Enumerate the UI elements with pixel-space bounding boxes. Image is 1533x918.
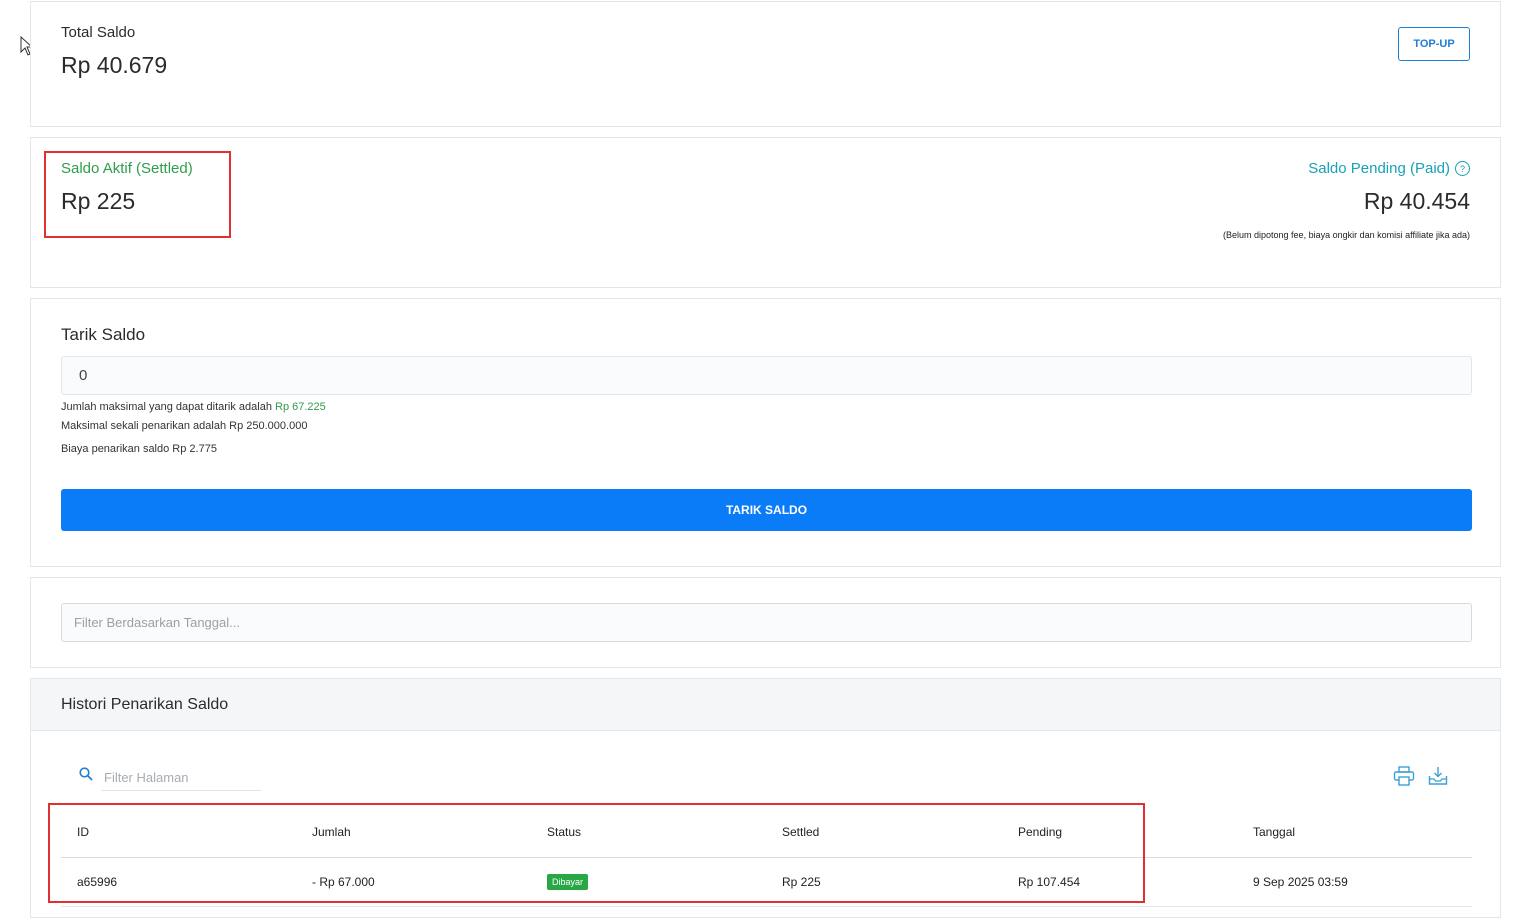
column-header-tanggal[interactable]: Tanggal <box>1253 807 1295 857</box>
download-icon[interactable] <box>1428 766 1448 786</box>
saldo-pending-amount: Rp 40.454 <box>1363 188 1470 214</box>
withdraw-amount-value: 0 <box>79 367 88 384</box>
total-saldo-card: Total Saldo Rp 40.679 TOP-UP <box>30 1 1501 127</box>
histori-header: Histori Penarikan Saldo <box>31 679 1500 731</box>
histori-card: Histori Penarikan Saldo Filter Halaman I… <box>30 678 1501 918</box>
tarik-saldo-button[interactable]: TARIK SALDO <box>61 489 1472 531</box>
saldo-pending-label: Saldo Pending (Paid) <box>1308 160 1450 177</box>
withdraw-fee-info: Biaya penarikan saldo Rp 2.775 <box>61 443 217 455</box>
page-filter-input[interactable]: Filter Halaman <box>101 765 261 791</box>
date-filter-input[interactable]: Filter Berdasarkan Tanggal... <box>61 603 1472 642</box>
tarik-saldo-card: Tarik Saldo 0 Jumlah maksimal yang dapat… <box>30 298 1501 567</box>
max-withdraw-info: Jumlah maksimal yang dapat ditarik adala… <box>61 401 326 413</box>
withdraw-amount-input[interactable]: 0 <box>61 356 1472 395</box>
saldo-aktif-amount: Rp 225 <box>61 188 136 214</box>
max-withdraw-text: Jumlah maksimal yang dapat ditarik adala… <box>61 401 272 413</box>
search-icon <box>79 767 93 781</box>
max-once-info: Maksimal sekali penarikan adalah Rp 250.… <box>61 420 308 432</box>
help-icon[interactable]: ? <box>1455 161 1470 176</box>
topup-button[interactable]: TOP-UP <box>1398 27 1470 61</box>
total-saldo-label: Total Saldo <box>61 24 136 41</box>
saldo-aktif-label: Saldo Aktif (Settled) <box>61 160 193 177</box>
tarik-saldo-title: Tarik Saldo <box>61 325 146 344</box>
date-filter-card: Filter Berdasarkan Tanggal... <box>30 577 1501 668</box>
total-saldo-amount: Rp 40.679 <box>61 52 168 78</box>
page-filter: Filter Halaman <box>79 765 261 791</box>
table-highlight-box <box>48 803 1145 903</box>
histori-title: Histori Penarikan Saldo <box>61 696 229 713</box>
saldo-breakdown-card: Saldo Aktif (Settled) Rp 225 Saldo Pendi… <box>30 137 1501 288</box>
saldo-pending-header: Saldo Pending (Paid) ? <box>1308 160 1470 177</box>
print-icon[interactable] <box>1393 766 1415 786</box>
saldo-pending-note: (Belum dipotong fee, biaya ongkir dan ko… <box>1223 230 1470 240</box>
cell-tanggal: 9 Sep 2025 03:59 <box>1253 875 1348 889</box>
max-withdraw-amount: Rp 67.225 <box>275 401 326 413</box>
